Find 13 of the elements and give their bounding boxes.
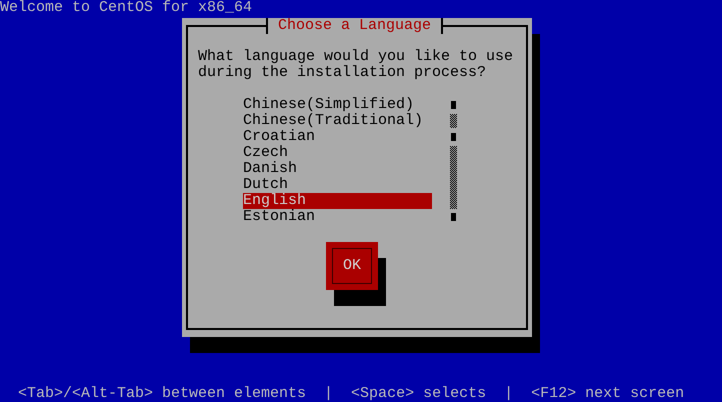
language-item[interactable]: Czech (243, 145, 432, 161)
language-item[interactable]: Chinese(Traditional) (243, 113, 432, 129)
language-item[interactable]: Danish (243, 161, 432, 177)
ok-button[interactable]: OK (326, 242, 378, 290)
question-text: What language would you like to use during the installation process? (198, 49, 514, 81)
dialog-title: Choose a Language (266, 18, 444, 34)
language-item[interactable]: Chinese(Simplified) (243, 97, 432, 113)
language-item[interactable]: Croatian (243, 129, 432, 145)
screen-title: Welcome to CentOS for x86_64 (0, 0, 252, 16)
language-item[interactable]: Estonian (243, 209, 432, 225)
language-item[interactable]: English (243, 193, 432, 209)
language-item[interactable]: Dutch (243, 177, 432, 193)
status-text: <Tab>/<Alt-Tab> between elements | <Space> selects | <F12> next screen (17, 386, 684, 402)
